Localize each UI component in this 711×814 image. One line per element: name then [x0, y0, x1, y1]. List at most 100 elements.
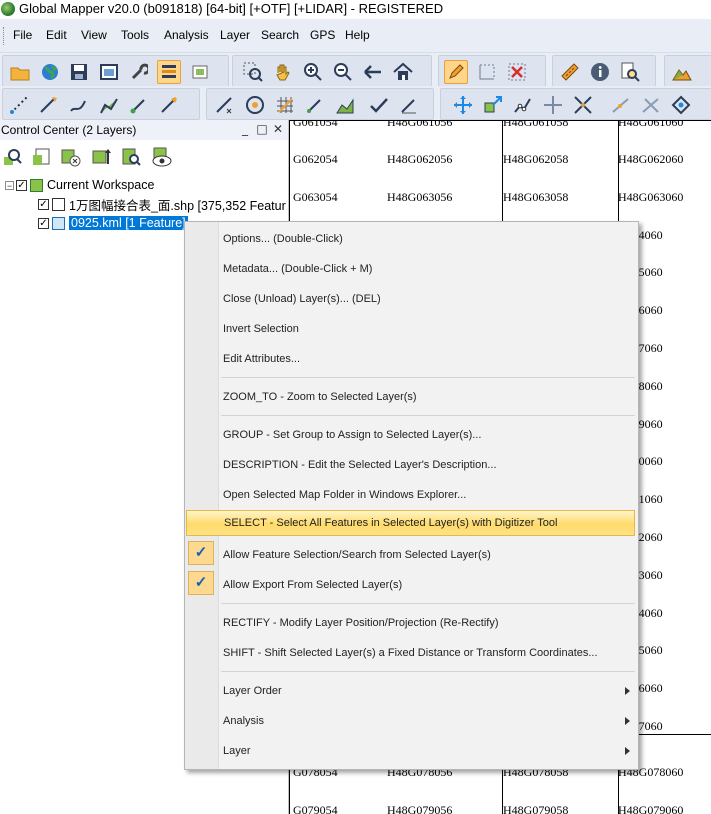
layer-checkbox[interactable]: ✓	[38, 217, 49, 229]
edit-vertex-icon[interactable]	[213, 93, 237, 117]
menu-layer[interactable]: Layer	[220, 28, 250, 42]
menu-search[interactable]: Search	[261, 28, 299, 42]
layer-stack-icon[interactable]	[188, 60, 212, 84]
layer-options-icon[interactable]	[31, 146, 53, 168]
pan-hand-icon[interactable]	[271, 60, 295, 84]
panel-close-button[interactable]: ✕	[271, 122, 285, 136]
close-layer-icon[interactable]	[60, 146, 82, 168]
workspace-node[interactable]: − ✓ Current Workspace	[5, 176, 154, 194]
terrain-toolbar-group	[664, 55, 711, 87]
menu-file[interactable]: File	[13, 28, 32, 42]
layer-row-selected[interactable]: ✓ 0925.kml [1 Feature]	[38, 214, 188, 232]
zoom-to-layer-icon[interactable]	[2, 146, 24, 168]
layer-order-icon[interactable]	[90, 146, 112, 168]
resize-icon[interactable]	[481, 93, 505, 117]
file-toolbar-group	[2, 55, 229, 87]
menu-view[interactable]: View	[81, 28, 107, 42]
menu-item-layer-order[interactable]: Layer Order	[223, 678, 633, 704]
control-center-toolbar	[0, 140, 288, 170]
digitizer-pencil-icon[interactable]	[444, 60, 468, 84]
draw-edit-icon[interactable]	[303, 93, 327, 117]
target-icon[interactable]	[243, 93, 267, 117]
panel-minimize-button[interactable]: _	[238, 122, 252, 136]
menu-item-allow-selection[interactable]: Allow Feature Selection/Search from Sele…	[223, 542, 633, 568]
menu-separator	[221, 603, 635, 604]
zoom-out-icon[interactable]	[331, 60, 355, 84]
menu-item-rectify[interactable]: RECTIFY - Modify Layer Position/Projecti…	[223, 610, 633, 636]
menu-item-group[interactable]: GROUP - Set Group to Assign to Selected …	[223, 422, 633, 448]
clear-x-icon[interactable]	[505, 60, 529, 84]
menu-item-close-layer[interactable]: Close (Unload) Layer(s)... (DEL)	[223, 286, 633, 312]
menu-item-open-folder[interactable]: Open Selected Map Folder in Windows Expl…	[223, 482, 633, 508]
title-bar: Global Mapper v20.0 (b091818) [64-bit] […	[0, 0, 711, 19]
metadata-icon[interactable]	[120, 146, 142, 168]
move-cross-icon[interactable]	[541, 93, 565, 117]
edit-pen-icon[interactable]	[397, 93, 421, 117]
info-toolbar-group	[552, 55, 656, 87]
menu-item-shift[interactable]: SHIFT - Shift Selected Layer(s) a Fixed …	[223, 640, 633, 666]
layers-icon[interactable]	[157, 60, 181, 84]
path-icon[interactable]	[511, 93, 535, 117]
search-doc-icon[interactable]	[618, 60, 642, 84]
menu-item-invert-selection[interactable]: Invert Selection	[223, 316, 633, 342]
kml-layer-icon	[52, 216, 65, 230]
menu-item-description[interactable]: DESCRIPTION - Edit the Selected Layer's …	[223, 452, 633, 478]
draw-points-icon[interactable]	[7, 93, 31, 117]
menu-item-allow-export[interactable]: Allow Export From Selected Layer(s)	[223, 572, 633, 598]
menu-item-select-all-features[interactable]: SELECT - Select All Features in Selected…	[186, 510, 635, 536]
map-grid-label: G062054	[293, 152, 338, 166]
menu-analysis[interactable]: Analysis	[164, 28, 209, 42]
menu-help[interactable]: Help	[345, 28, 370, 42]
zoom-in-icon[interactable]	[301, 60, 325, 84]
layer-row[interactable]: ✓ 1万图幅接合表_面.shp [375,352 Featur	[38, 195, 286, 213]
move-icon[interactable]	[451, 93, 475, 117]
edit-toolbar-group	[206, 88, 434, 120]
line-node-icon[interactable]	[609, 93, 633, 117]
shapefile-layer-icon	[52, 197, 65, 211]
vertex-icon[interactable]	[669, 93, 693, 117]
menu-item-metadata[interactable]: Metadata... (Double-Click + M)	[223, 256, 633, 282]
map-grid-label: H48G063060	[618, 189, 684, 204]
workspace-checkbox[interactable]: ✓	[16, 179, 27, 191]
back-arrow-icon[interactable]	[361, 60, 385, 84]
globe-icon[interactable]	[38, 60, 62, 84]
menu-tools[interactable]: Tools	[121, 28, 149, 42]
panel-maximize-button[interactable]: □	[255, 122, 269, 136]
layer-checkbox[interactable]: ✓	[38, 198, 49, 210]
window-title: Global Mapper v20.0 (b091818) [64-bit] […	[19, 1, 444, 16]
open-folder-icon[interactable]	[8, 60, 32, 84]
check-draw-icon[interactable]	[367, 93, 391, 117]
measure-icon[interactable]	[558, 60, 582, 84]
home-icon[interactable]	[391, 60, 415, 84]
menu-edit[interactable]: Edit	[46, 28, 67, 42]
draw-area-icon[interactable]	[97, 93, 121, 117]
draw-line-icon[interactable]	[37, 93, 61, 117]
grid-draw-icon[interactable]	[273, 93, 297, 117]
menu-item-analysis[interactable]: Analysis	[223, 708, 633, 734]
save-icon[interactable]	[67, 60, 91, 84]
selection-rect-icon[interactable]	[475, 60, 499, 84]
draw-curve-icon[interactable]	[67, 93, 91, 117]
info-icon[interactable]	[588, 60, 612, 84]
zoom-select-icon[interactable]	[241, 60, 265, 84]
terrain-icon[interactable]	[670, 60, 694, 84]
show-layer-icon[interactable]	[151, 146, 173, 168]
workspace-icon	[30, 178, 43, 192]
submenu-arrow-icon	[625, 747, 630, 755]
collapse-icon[interactable]: −	[5, 180, 14, 190]
cut-icon[interactable]	[639, 93, 663, 117]
window-icon[interactable]	[97, 60, 121, 84]
map-grid-label: H48G079058	[503, 803, 569, 814]
draw-tool-icon[interactable]	[127, 93, 151, 117]
menu-item-edit-attributes[interactable]: Edit Attributes...	[223, 346, 633, 372]
draw-area2-icon[interactable]	[333, 93, 357, 117]
map-grid-label: H48G079060	[618, 803, 684, 814]
menu-item-options[interactable]: Options... (Double-Click)	[223, 226, 633, 252]
menu-item-layer[interactable]: Layer	[223, 738, 633, 764]
wrench-icon[interactable]	[127, 60, 151, 84]
menu-grip[interactable]	[3, 27, 7, 45]
menu-item-zoom-to[interactable]: ZOOM_TO - Zoom to Selected Layer(s)	[223, 384, 633, 410]
split-icon[interactable]	[571, 93, 595, 117]
menu-gps[interactable]: GPS	[310, 28, 335, 42]
draw-brush-icon[interactable]	[157, 93, 181, 117]
